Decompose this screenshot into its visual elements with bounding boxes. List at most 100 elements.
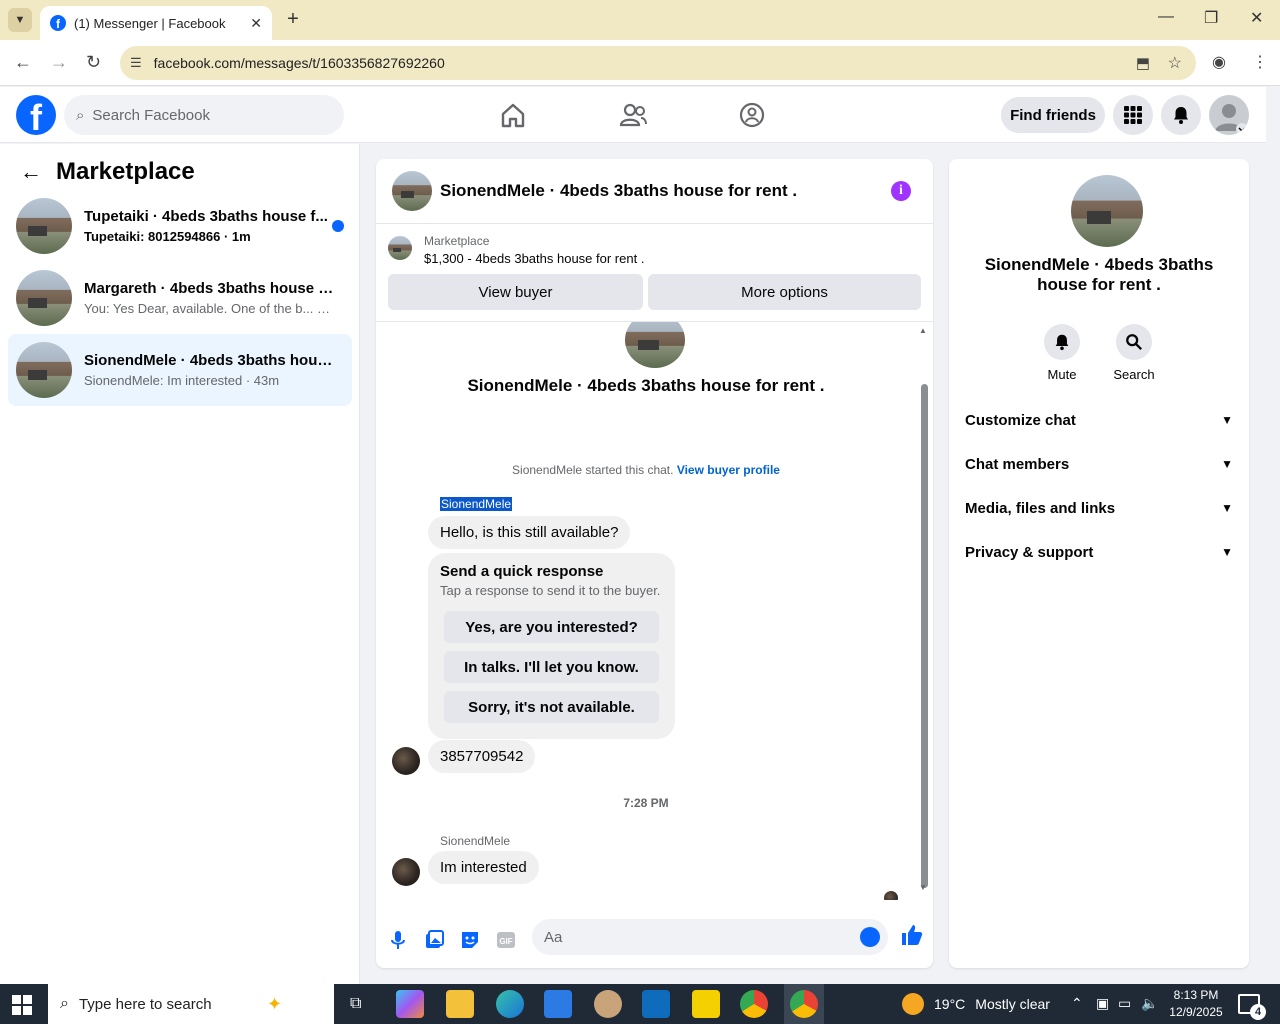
- quick-reply-not-available[interactable]: Sorry, it's not available.: [444, 691, 659, 723]
- file-explorer-icon[interactable]: [446, 990, 474, 1018]
- search-icon: ⌕: [60, 995, 69, 1012]
- listing-price[interactable]: $1,300 - 4beds 3baths house for rent .: [424, 251, 644, 266]
- gif-icon[interactable]: GIF: [495, 929, 517, 951]
- sticky-notes-icon[interactable]: [692, 990, 720, 1018]
- taskbar-search[interactable]: ⌕ ✦: [48, 984, 334, 1024]
- message-bubble[interactable]: 3857709542: [428, 740, 536, 773]
- meet-icon[interactable]: ▣: [1096, 995, 1109, 1012]
- view-buyer-button[interactable]: View buyer: [388, 274, 643, 310]
- browser-tab-bar: ▼ f (1) Messenger | Facebook ✕ + — ❐ ✕: [0, 0, 1280, 40]
- friends-icon[interactable]: [617, 99, 649, 131]
- menu-button[interactable]: [1113, 95, 1153, 135]
- chat-started-notice: SionendMele started this chat. View buye…: [376, 463, 916, 477]
- microphone-icon[interactable]: [387, 929, 409, 951]
- scroll-down-icon[interactable]: ▼: [919, 883, 927, 892]
- listing-thumbnail: [16, 198, 72, 254]
- quick-response-subtitle: Tap a response to send it to the buyer.: [440, 583, 661, 598]
- message-bubble[interactable]: Im interested: [428, 851, 539, 884]
- media-files-links-section[interactable]: Media, files and links ▼: [965, 496, 1233, 520]
- reload-icon[interactable]: ↻: [86, 52, 101, 73]
- forward-icon[interactable]: →: [50, 52, 68, 73]
- system-clock[interactable]: 8:13 PM 12/9/2025: [1168, 987, 1224, 1021]
- facebook-search-input[interactable]: [92, 106, 313, 124]
- chrome-icon[interactable]: [740, 990, 768, 1018]
- back-icon[interactable]: ←: [14, 52, 32, 73]
- listing-thumbnail[interactable]: [392, 171, 432, 211]
- network-icon[interactable]: ▭: [1118, 995, 1131, 1012]
- view-buyer-profile-link[interactable]: View buyer profile: [677, 463, 780, 477]
- back-arrow-icon[interactable]: ←: [20, 159, 44, 185]
- sticker-icon[interactable]: [459, 929, 481, 951]
- copilot-icon[interactable]: [396, 990, 424, 1018]
- find-friends-button[interactable]: Find friends: [1001, 97, 1105, 133]
- conversation-item[interactable]: Tupetaiki · 4beds 3baths house f... Tupe…: [8, 190, 352, 262]
- edge-icon[interactable]: [496, 990, 524, 1018]
- customize-chat-section[interactable]: Customize chat ▼: [965, 408, 1233, 432]
- listing-thumbnail[interactable]: [1071, 175, 1143, 247]
- windows-taskbar: ⌕ ✦ ⧉ 19°C Mostly clear ⌃ ▣ ▭ 🔈 8:13 PM …: [0, 984, 1280, 1024]
- outlook-icon[interactable]: [642, 990, 670, 1018]
- profile-icon[interactable]: ◉: [1212, 52, 1226, 72]
- tab-search-button[interactable]: ▼: [8, 8, 32, 32]
- notifications-button[interactable]: [1161, 95, 1201, 135]
- search-label: Search: [1113, 367, 1155, 382]
- sender-avatar[interactable]: [392, 858, 420, 886]
- store-icon[interactable]: [544, 990, 572, 1018]
- mute-action[interactable]: Mute: [1032, 324, 1092, 382]
- app-icon[interactable]: [594, 990, 622, 1018]
- site-info-icon[interactable]: ☰: [130, 55, 142, 71]
- volume-icon[interactable]: 🔈: [1141, 995, 1158, 1012]
- account-avatar[interactable]: [1209, 95, 1249, 135]
- started-text: SionendMele started this chat.: [512, 463, 674, 477]
- chevron-down-icon: ▼: [1221, 545, 1233, 559]
- temperature: 19°C: [934, 996, 966, 1012]
- install-app-icon[interactable]: ⬒: [1136, 54, 1150, 72]
- groups-icon[interactable]: [736, 99, 768, 131]
- message-input-field[interactable]: [532, 919, 888, 955]
- message-bubble[interactable]: Hello, is this still available?: [428, 516, 631, 549]
- url-text[interactable]: facebook.com/messages/t/1603356827692260: [154, 55, 445, 71]
- conversation-item-active[interactable]: SionendMele · 4beds 3baths hous... Sione…: [8, 334, 352, 406]
- restore-icon[interactable]: ❐: [1204, 8, 1218, 28]
- bookmark-star-icon[interactable]: ☆: [1168, 53, 1182, 73]
- page-scrollbar[interactable]: [1266, 87, 1280, 984]
- browser-tab[interactable]: f (1) Messenger | Facebook ✕: [40, 6, 272, 40]
- listing-thumbnail: [16, 342, 72, 398]
- sender-avatar[interactable]: [392, 747, 420, 775]
- weather-widget[interactable]: 19°C Mostly clear: [902, 984, 1050, 1024]
- clock-time: 8:13 PM: [1173, 988, 1219, 1002]
- photo-icon[interactable]: [423, 929, 445, 951]
- chrome-active-icon[interactable]: [790, 990, 818, 1018]
- minimize-icon[interactable]: —: [1158, 8, 1174, 26]
- new-tab-button[interactable]: +: [282, 8, 304, 30]
- quick-reply-in-talks[interactable]: In talks. I'll let you know.: [444, 651, 659, 683]
- task-view-icon[interactable]: ⧉: [350, 995, 361, 1013]
- facebook-search[interactable]: ⌕: [64, 95, 344, 135]
- chat-title[interactable]: SionendMele · 4beds 3baths house for ren…: [440, 181, 797, 201]
- quick-reply-interested[interactable]: Yes, are you interested?: [444, 611, 659, 643]
- chevron-up-icon[interactable]: ⌃: [1071, 995, 1083, 1012]
- search-action[interactable]: Search: [1104, 324, 1164, 382]
- menu-dots-icon[interactable]: ⋮: [1252, 52, 1268, 72]
- conversation-name: Tupetaiki · 4beds 3baths house f...: [84, 208, 328, 225]
- privacy-support-section[interactable]: Privacy & support ▼: [965, 540, 1233, 564]
- omnibox[interactable]: ☰ facebook.com/messages/t/16033568276922…: [120, 46, 1196, 80]
- windows-start-icon[interactable]: [12, 995, 32, 1015]
- notification-center-icon[interactable]: 4: [1238, 994, 1266, 1020]
- home-icon[interactable]: [497, 99, 529, 131]
- thumbs-up-icon[interactable]: [900, 923, 924, 947]
- conversation-item[interactable]: Margareth · 4beds 3baths house f... You:…: [8, 262, 352, 334]
- taskbar-search-input[interactable]: [78, 995, 249, 1013]
- scrollbar-thumb[interactable]: [921, 384, 928, 888]
- close-window-icon[interactable]: ✕: [1250, 8, 1263, 28]
- more-options-button[interactable]: More options: [648, 274, 921, 310]
- chat-header: SionendMele · 4beds 3baths house for ren…: [376, 159, 933, 224]
- thread-scrollbar[interactable]: ▲ ▼: [919, 322, 929, 900]
- close-tab-icon[interactable]: ✕: [250, 15, 262, 32]
- scroll-up-icon[interactable]: ▲: [919, 326, 927, 335]
- chat-members-section[interactable]: Chat members ▼: [965, 452, 1233, 476]
- emoji-icon[interactable]: [860, 927, 880, 947]
- message-input[interactable]: [544, 928, 844, 946]
- facebook-logo-icon[interactable]: f: [16, 95, 56, 135]
- info-icon[interactable]: i: [891, 181, 911, 201]
